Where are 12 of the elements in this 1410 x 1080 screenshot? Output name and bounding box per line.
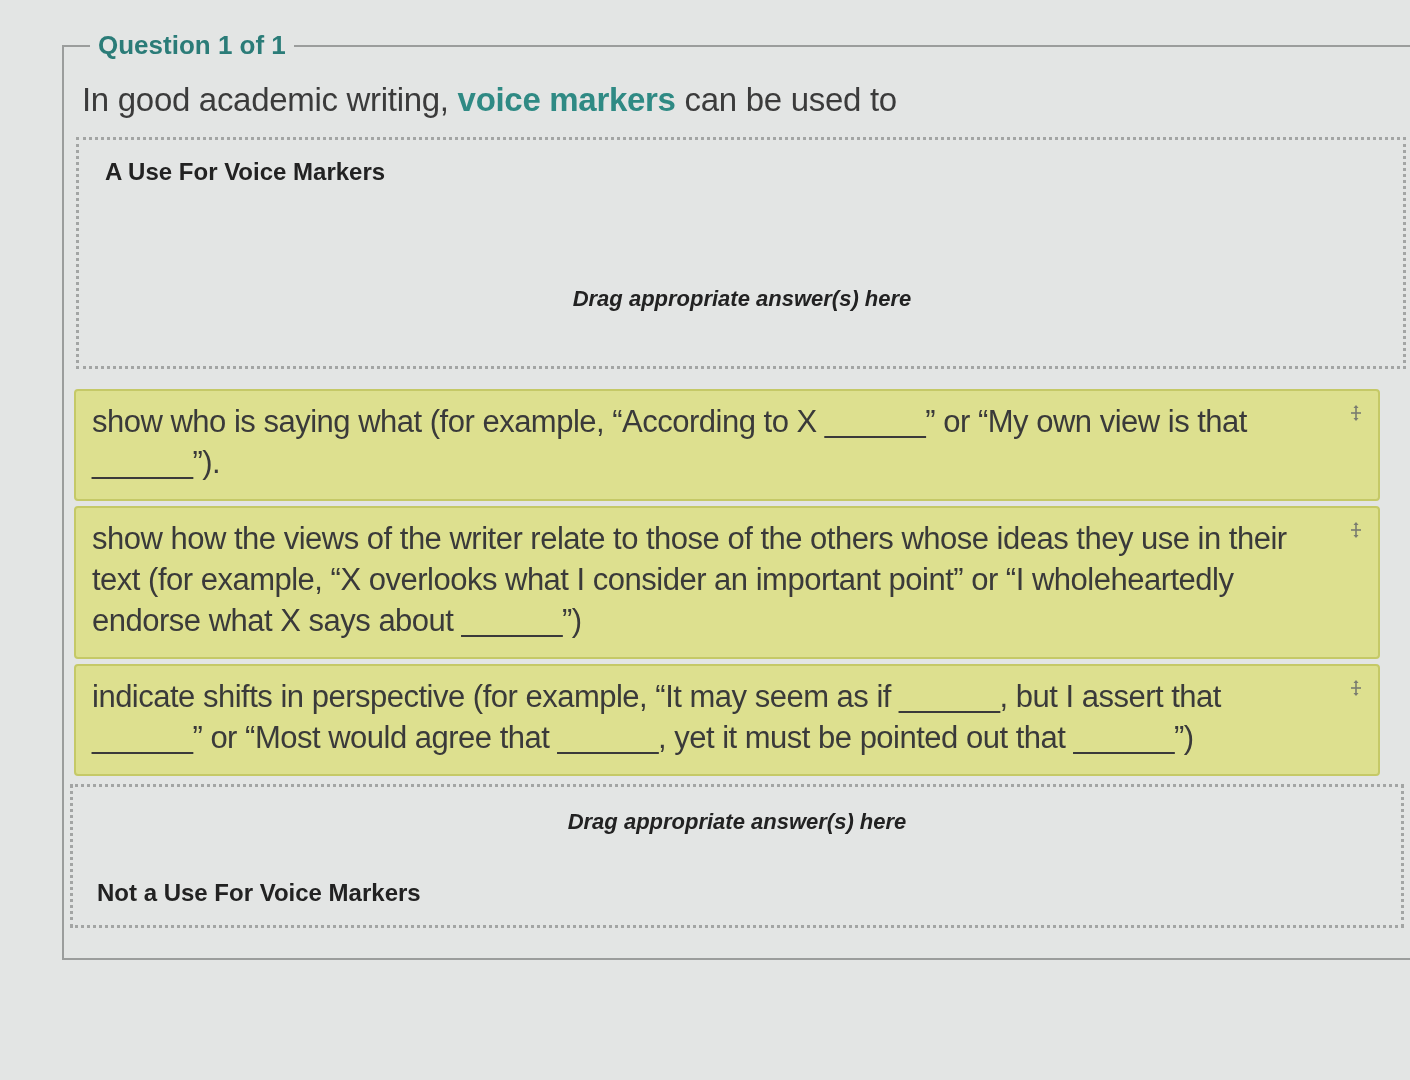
answer-card[interactable]: show how the views of the writer relate to those of the others whose ideas they use in their text (for example, “X overlooks what I consider an important point” or “I wholeheartedly endorse what X says about ______”) <box>74 506 1380 659</box>
move-icon[interactable] <box>1348 680 1364 696</box>
question-prompt: In good academic writing, voice markers can be used to <box>82 81 897 119</box>
drop-hint: Drag appropriate answer(s) here <box>572 286 912 312</box>
move-icon[interactable] <box>1348 522 1364 538</box>
zone-label: A Use For Voice Markers <box>105 158 386 186</box>
move-icon[interactable] <box>1348 405 1364 421</box>
answer-card[interactable]: indicate shifts in perspective (for example, “It may seem as if ______, but I assert that ______” or “Most would agree that ______, yet it must be pointed out that ______”) <box>74 664 1380 776</box>
question-number: Question 1 of 1 <box>97 30 287 61</box>
drop-hint: Drag appropriate answer(s) here <box>567 809 907 835</box>
answer-card[interactable]: show who is saying what (for example, “According to X ______” or “My own view is that ______”). <box>74 389 1380 501</box>
zone-label: Not a Use For Voice Markers <box>97 879 421 907</box>
